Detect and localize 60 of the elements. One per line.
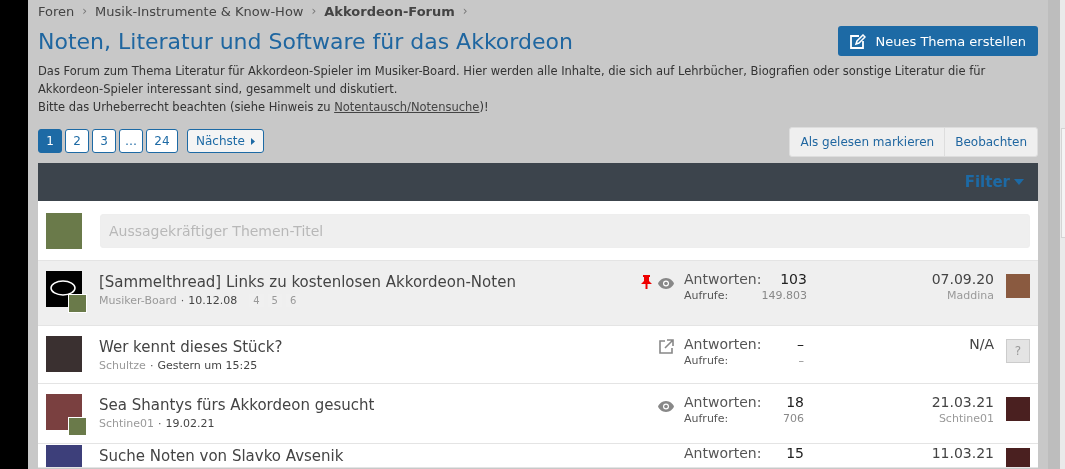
eye-icon: [658, 401, 674, 412]
external-link-icon: [659, 339, 674, 354]
thread-title[interactable]: [Sammelthread] Links zu kostenlosen Akkordeon-Noten: [99, 271, 624, 293]
replies-label: Antworten:: [684, 336, 762, 352]
thread-date: Gestern um 15:25: [157, 359, 258, 372]
edit-icon: [849, 33, 866, 49]
forum-description: Das Forum zum Thema Literatur für Akkordeon-Spieler im Musiker-Board. Hier werden alle Inhalte, die sich auf Lehrbücher, Biografien oder sonstige Literatur die für Akkordeon-Spieler interessant sind, gesammelt und diskutiert.: [38, 63, 987, 98]
user-badge[interactable]: [68, 417, 87, 436]
user-badge[interactable]: [68, 294, 87, 313]
chevron-icon: ›: [462, 4, 468, 18]
thread-author[interactable]: Schultze: [99, 359, 146, 372]
thread-title[interactable]: Wer kennt dieses Stück?: [99, 336, 624, 358]
last-post-date[interactable]: N/A: [969, 336, 994, 352]
last-post-date[interactable]: 11.03.21: [931, 445, 994, 461]
action-button[interactable]: Beobachten: [944, 128, 1037, 156]
thread-date: 19.02.21: [165, 417, 215, 430]
thread-date: 10.12.08: [188, 294, 238, 307]
breadcrumb-link[interactable]: Akkordeon-Forum: [324, 3, 455, 19]
replies-count: 15: [785, 445, 804, 461]
thread-title[interactable]: Sea Shantys fürs Akkordeon gesucht: [99, 394, 624, 416]
last-post-date[interactable]: 07.09.20: [931, 271, 994, 287]
views-label: Aufrufe:: [684, 289, 730, 302]
views-count: 149.803: [761, 289, 807, 302]
views-label: Aufrufe:: [684, 354, 730, 367]
views-count: 706: [782, 412, 804, 425]
breadcrumb-link[interactable]: Foren: [38, 3, 75, 19]
page-link[interactable]: …: [119, 129, 143, 153]
eye-icon: [658, 278, 674, 289]
last-post-date[interactable]: 21.03.21: [931, 394, 994, 410]
action-button[interactable]: Als gelesen markieren: [790, 128, 945, 156]
caret-icon: [250, 137, 255, 145]
views-count: –: [797, 354, 804, 367]
replies-label: Antworten:: [684, 445, 762, 461]
next-page-button[interactable]: Nächste: [187, 129, 264, 153]
page-link[interactable]: 24: [146, 129, 178, 153]
separator-dot: ·: [180, 294, 185, 307]
page-link[interactable]: 1: [38, 129, 62, 153]
separator-dot: ·: [149, 359, 154, 372]
chevron-icon: ›: [311, 4, 317, 18]
replies-label: Antworten:: [684, 271, 762, 287]
last-poster[interactable]: Schtine01: [938, 412, 994, 425]
page-link[interactable]: 3: [92, 129, 116, 153]
breadcrumb-link[interactable]: Musik-Instrumente & Know-How: [95, 3, 304, 19]
new-thread-button[interactable]: Neues Thema erstellen: [837, 26, 1038, 56]
thread-author[interactable]: Schtine01: [99, 417, 155, 430]
chevron-icon: ›: [82, 4, 88, 18]
thread-title[interactable]: Suche Noten von Slavko Avsenik: [99, 445, 624, 467]
page-link[interactable]: 2: [65, 129, 89, 153]
replies-count: 18: [785, 394, 804, 410]
replies-label: Antworten:: [684, 394, 762, 410]
notice-link[interactable]: Notentausch/Notensuche: [334, 100, 480, 114]
forum-title: Noten, Literatur und Software für das Akkordeon: [38, 28, 573, 54]
caret-icon: [1014, 179, 1024, 185]
separator-dot: ·: [158, 417, 162, 430]
pin-icon: [641, 275, 652, 289]
views-label: Aufrufe:: [684, 412, 730, 425]
avatar-photo[interactable]: [46, 212, 82, 249]
copyright-notice: Bitte das Urheberrecht beachten (siehe Hinweis zu Notentausch/Notensuche)!: [38, 100, 489, 114]
replies-count: 103: [779, 271, 807, 287]
replies-count: –: [796, 336, 804, 352]
